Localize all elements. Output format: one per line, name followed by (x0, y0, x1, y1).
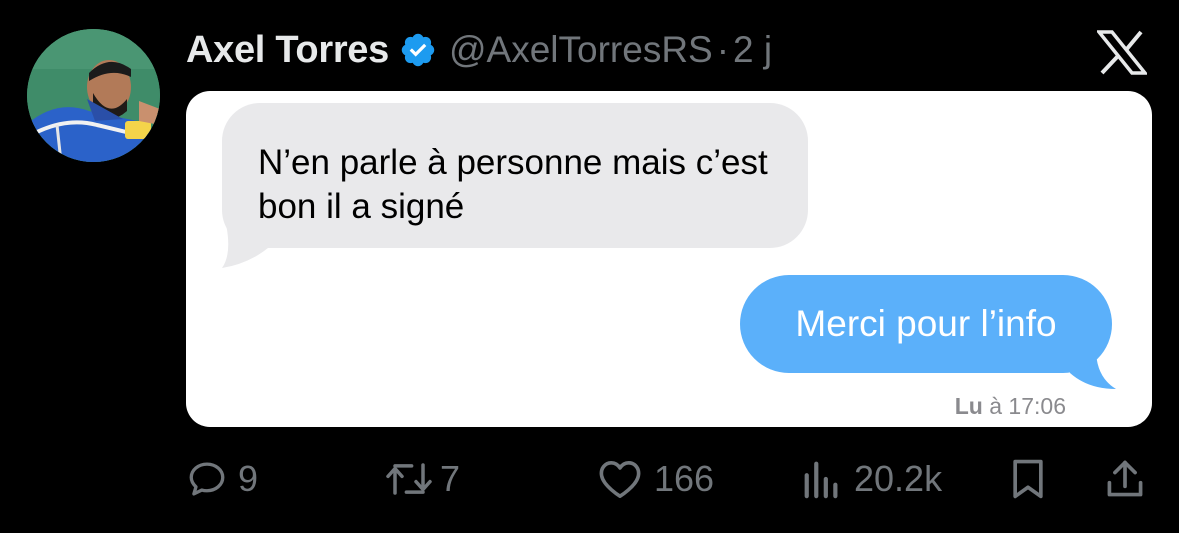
incoming-message-text: N’en parle à personne mais c’est bon il … (258, 143, 768, 226)
bookmark-icon (1013, 459, 1043, 499)
incoming-message-bubble: N’en parle à personne mais c’est bon il … (222, 103, 808, 248)
tweet-header: Axel Torres @AxelTorresRS · 2 j (186, 24, 772, 76)
views-button[interactable]: 20.2k (800, 448, 942, 510)
share-button[interactable] (1104, 448, 1146, 510)
retweet-button[interactable]: 7 (384, 448, 460, 510)
reply-icon (189, 462, 225, 496)
avatar-photo (27, 29, 160, 162)
screenshot-media[interactable]: N’en parle à personne mais c’est bon il … (186, 91, 1152, 427)
verified-badge-icon (399, 31, 437, 69)
author-name[interactable]: Axel Torres (186, 29, 389, 72)
retweet-icon (386, 463, 432, 495)
heart-icon (599, 460, 641, 498)
like-count: 166 (654, 458, 715, 499)
bookmark-button[interactable] (1008, 448, 1048, 510)
outgoing-message-bubble: Merci pour l’info (740, 275, 1112, 373)
author-handle[interactable]: @AxelTorresRS (449, 29, 713, 71)
author-avatar[interactable] (27, 29, 160, 162)
tweet-age[interactable]: 2 j (733, 29, 772, 71)
like-button[interactable]: 166 (596, 448, 714, 510)
x-logo-icon[interactable] (1097, 30, 1147, 75)
reply-button[interactable]: 9 (186, 448, 258, 510)
tweet-actions: 9 7 166 20.2k (186, 448, 1152, 510)
views-count: 20.2k (854, 458, 943, 499)
views-chart-icon (804, 461, 838, 499)
outgoing-message-text: Merci pour l’info (795, 303, 1057, 344)
read-receipt-label: Lu (954, 393, 983, 419)
share-icon (1107, 460, 1143, 497)
read-receipt-time: à 17:06 (989, 393, 1066, 419)
reply-count: 9 (238, 458, 259, 499)
read-receipt: Lu à 17:06 (955, 393, 1066, 420)
header-separator: · (716, 29, 730, 70)
retweet-count: 7 (440, 458, 461, 499)
